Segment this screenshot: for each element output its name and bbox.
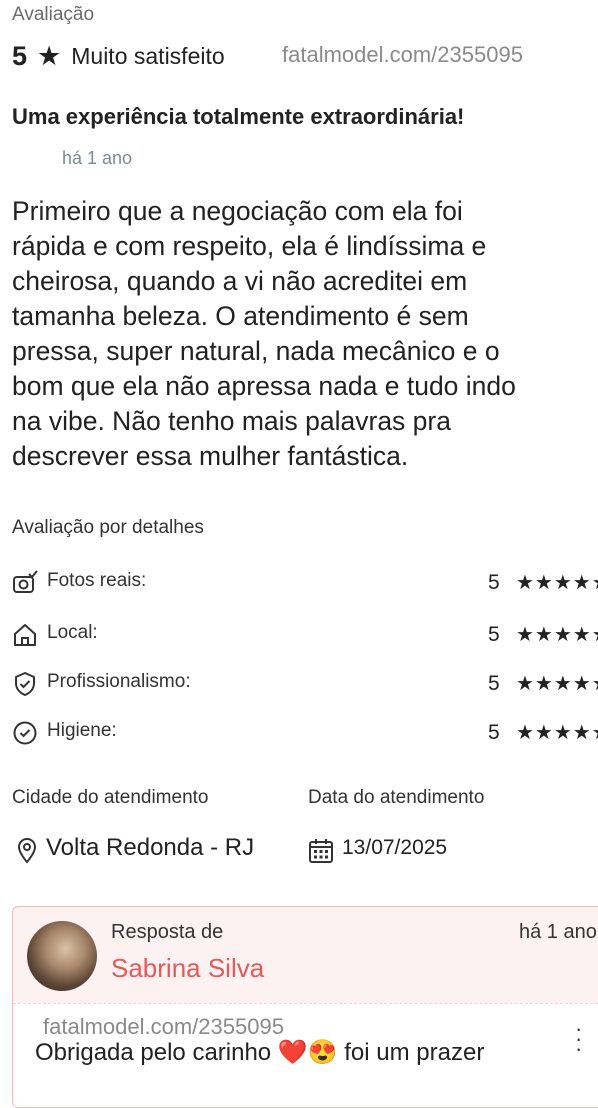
details-title: Avaliação por detalhes [12,517,204,538]
review-title: Uma experiência totalmente extraordinári… [12,104,465,129]
reply-time: há 1 ano [519,921,597,943]
shield-check-icon [15,672,35,696]
detail-label: Higiene: [47,720,117,741]
review-line: descrever essa mulher fantástica. [12,441,409,471]
reply-author-name[interactable]: Sabrina Silva [111,953,264,984]
star-icon: ★ [37,40,62,71]
reply-from-label: Resposta de [111,921,224,943]
date-label: Data do atendimento [308,787,485,808]
detail-score: 5 [488,571,500,594]
date-value: 13/07/2025 [342,836,448,859]
detail-label: Fotos reais: [47,570,147,591]
detail-score: 5 [488,672,500,695]
review-body: Primeiro que a negociação com ela foi rá… [12,194,598,474]
detail-score: 5 [488,721,500,744]
city-value: Volta Redonda - RJ [46,834,255,861]
detail-row-local: Local: 5 ★★★★★ [12,620,598,650]
location-pin-icon [17,837,37,864]
detail-row-fotos-reais: Fotos reais: 5 ★★★★★ [12,568,598,598]
watermark: fatalmodel.com/2355095 [43,1014,284,1039]
rating-text: Muito satisfeito [71,42,225,69]
detail-score: 5 [488,623,500,646]
review-line: tamanha beleza. O atendimento é sem [12,301,469,331]
watermark: fatalmodel.com/2355095 [282,42,523,67]
review-line: rápida e com respeito, ela é lindíssima … [12,231,487,261]
detail-label: Local: [47,622,98,643]
detail-stars: ★★★★★ [516,722,598,744]
city-label: Cidade do atendimento [12,787,209,808]
review-line: bom que ela não apressa nada e tudo indo [12,371,516,401]
more-options-icon[interactable]: · · · [575,1018,582,1060]
reply-card: Resposta de há 1 ano Sabrina Silva fatal… [12,906,598,1108]
detail-label: Profissionalismo: [47,671,191,692]
section-label: Avaliação [12,4,95,25]
reply-body: fatalmodel.com/2355095 Obrigada pelo car… [13,1003,598,1107]
review-line: cheirosa, quando a vi não acreditei em [12,266,468,296]
review-time: há 1 ano [62,148,133,168]
home-icon [14,624,36,646]
review-line: na vibe. Não tenho mais palavras pra [12,406,451,436]
rating-value: 5 [12,40,28,71]
detail-row-higiene: Higiene: 5 ★★★★★ [12,718,598,748]
detail-stars: ★★★★★ [516,624,598,646]
calendar-icon [309,839,333,863]
review-line: Primeiro que a negociação com ela foi [12,196,463,226]
camera-check-icon [13,570,38,593]
detail-stars: ★★★★★ [516,572,598,594]
detail-stars: ★★★★★ [516,673,598,695]
detail-row-profissionalismo: Profissionalismo: 5 ★★★★★ [12,669,598,699]
review-line: pressa, super natural, nada mecânico e o [12,336,500,366]
avatar [27,921,97,991]
check-circle-icon [13,721,37,745]
overall-rating: 5 ★ Muito satisfeito [12,38,225,74]
